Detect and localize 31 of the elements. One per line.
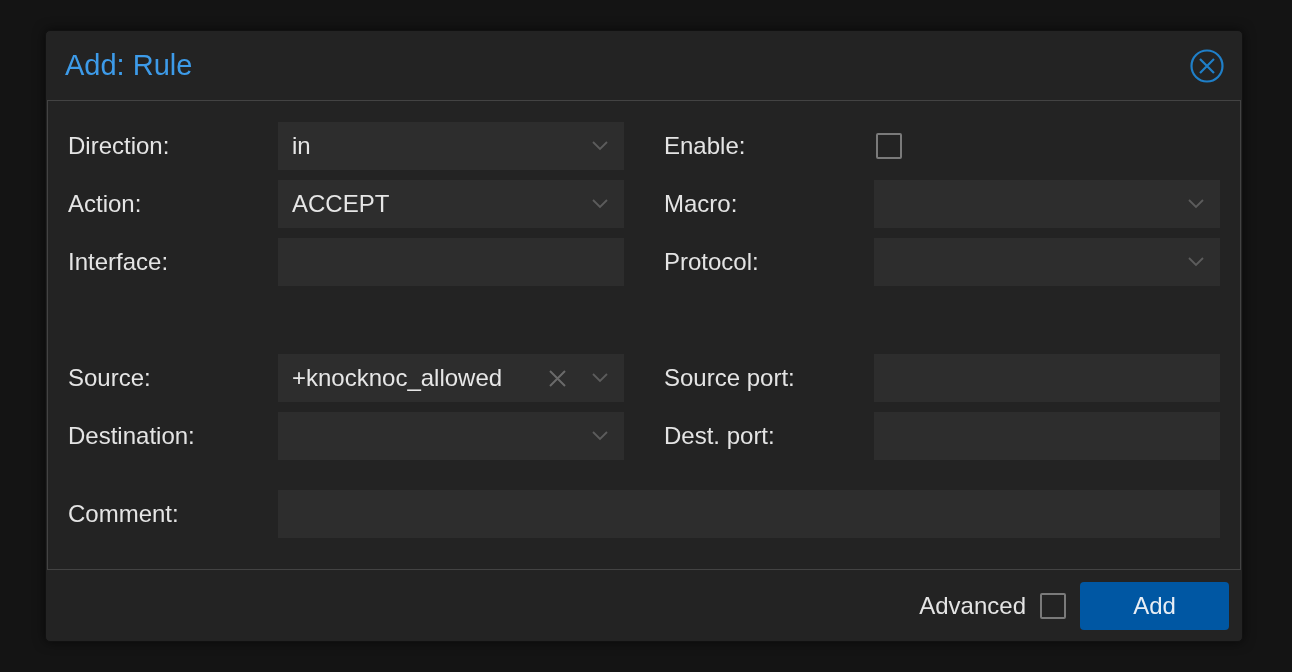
field-label: Interface: — [68, 248, 169, 276]
dropdown-field[interactable] — [874, 238, 1220, 286]
checkbox[interactable] — [876, 133, 902, 159]
advanced-label: Advanced — [919, 591, 1026, 620]
add-button[interactable]: Add — [1080, 581, 1229, 630]
chevron-down-icon — [1188, 257, 1204, 267]
close-icon — [1190, 48, 1224, 83]
close-button[interactable] — [1190, 48, 1224, 83]
field-label: Action: — [68, 190, 142, 218]
checkbox[interactable] — [1040, 592, 1066, 619]
field-label: Dest. port: — [664, 422, 775, 450]
dropdown-field[interactable]: ACCEPT — [278, 180, 624, 228]
field-label: Macro: — [664, 190, 738, 218]
dropdown-field[interactable]: in — [278, 122, 624, 170]
chevron-down-icon — [1188, 199, 1204, 209]
field-label: Destination: — [68, 422, 195, 450]
dropdown-field[interactable] — [874, 180, 1220, 228]
chevron-down-icon — [592, 199, 608, 209]
field-label: Source port: — [664, 364, 795, 392]
chevron-down-icon — [592, 141, 608, 151]
dropdown-field[interactable]: +knocknoc_allowed — [278, 354, 624, 402]
field-label: Protocol: — [664, 248, 759, 276]
clear-icon[interactable] — [549, 369, 566, 387]
chevron-down-icon — [592, 373, 608, 383]
dialog-title: Add: Rule — [65, 49, 193, 82]
dropdown-field[interactable] — [278, 412, 624, 460]
field-label: Direction: — [68, 132, 170, 160]
field-label: Comment: — [68, 500, 179, 528]
field-label: Enable: — [664, 132, 746, 160]
field-label: Source: — [68, 364, 151, 392]
chevron-down-icon — [592, 431, 608, 441]
